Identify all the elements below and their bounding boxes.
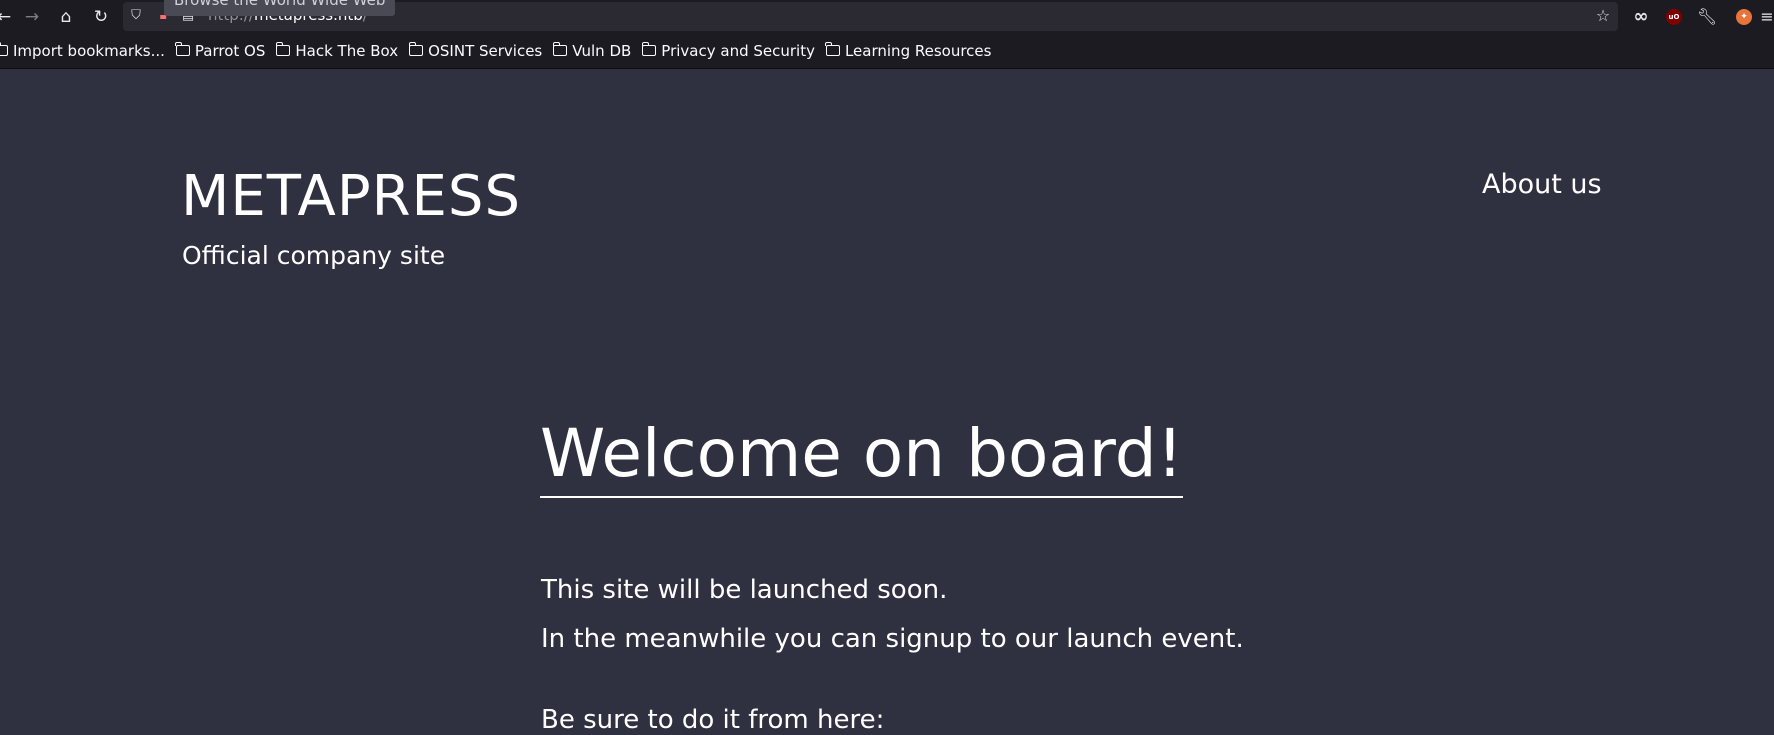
bookmark-label: OSINT Services	[428, 42, 543, 60]
folder-icon	[825, 41, 840, 56]
shield-icon[interactable]: ⛉	[128, 8, 144, 24]
page-content: METAPRESS Official company site About us…	[0, 69, 1774, 735]
infinity-icon[interactable]: ∞	[1630, 6, 1652, 28]
folder-icon	[408, 41, 424, 56]
bookmark-label: Privacy and Security	[661, 42, 815, 60]
bookmark-osint-services[interactable]: OSINT Services	[408, 41, 543, 60]
intro-line-3: Be sure to do it from here:	[541, 705, 885, 735]
welcome-heading: Welcome on board!	[540, 414, 1184, 498]
back-icon[interactable]: ←	[0, 5, 16, 29]
folder-icon	[175, 41, 190, 56]
menu-icon[interactable]: ≡	[1760, 6, 1774, 28]
bookmark-label: Hack The Box	[295, 42, 399, 60]
intro-line-1: This site will be launched soon.	[541, 575, 948, 605]
bookmark-learning-resources[interactable]: Learning Resources	[825, 41, 992, 60]
site-title[interactable]: METAPRESS	[181, 164, 521, 229]
folder-icon	[641, 41, 657, 56]
bookmark-hack-the-box[interactable]: Hack The Box	[275, 41, 399, 60]
folder-icon	[552, 41, 568, 56]
bookmark-vuln-db[interactable]: Vuln DB	[552, 41, 632, 60]
bookmark-privacy-and-security[interactable]: Privacy and Security	[641, 41, 815, 60]
tooltip: Browse the World Wide Web	[164, 0, 396, 16]
bookmark-parrot-os[interactable]: Parrot OS	[175, 41, 266, 60]
folder-icon	[275, 41, 291, 56]
bookmark-label: Parrot OS	[194, 42, 266, 60]
bookmark-import[interactable]: Import bookmarks...	[0, 41, 165, 60]
wrench-icon[interactable]: 🔧︎	[1696, 6, 1718, 28]
bookmark-label: Vuln DB	[572, 42, 632, 60]
bookmark-label: Learning Resources	[844, 42, 992, 60]
site-tagline: Official company site	[182, 241, 446, 270]
star-icon[interactable]: ☆	[1595, 8, 1611, 24]
nav-about-us-link[interactable]: About us	[1482, 169, 1602, 200]
ublock-icon[interactable]: uO	[1666, 9, 1682, 25]
foxyproxy-icon[interactable]: ✦	[1736, 9, 1752, 25]
intro-line-2: In the meanwhile you can signup to our l…	[541, 624, 1244, 654]
reload-icon[interactable]: ↻	[89, 5, 113, 29]
import-icon	[0, 41, 8, 56]
home-icon[interactable]: ⌂	[54, 5, 78, 29]
forward-icon[interactable]: →	[20, 5, 44, 29]
browser-toolbar: ← → ⌂ ↻ ⛉ 🔓︎ ▤ http://metapress.htb/ ☆ B…	[0, 0, 1774, 34]
bookmarks-bar: Import bookmarks... Parrot OS Hack The B…	[0, 34, 1774, 69]
bookmark-label: Import bookmarks...	[13, 42, 165, 60]
